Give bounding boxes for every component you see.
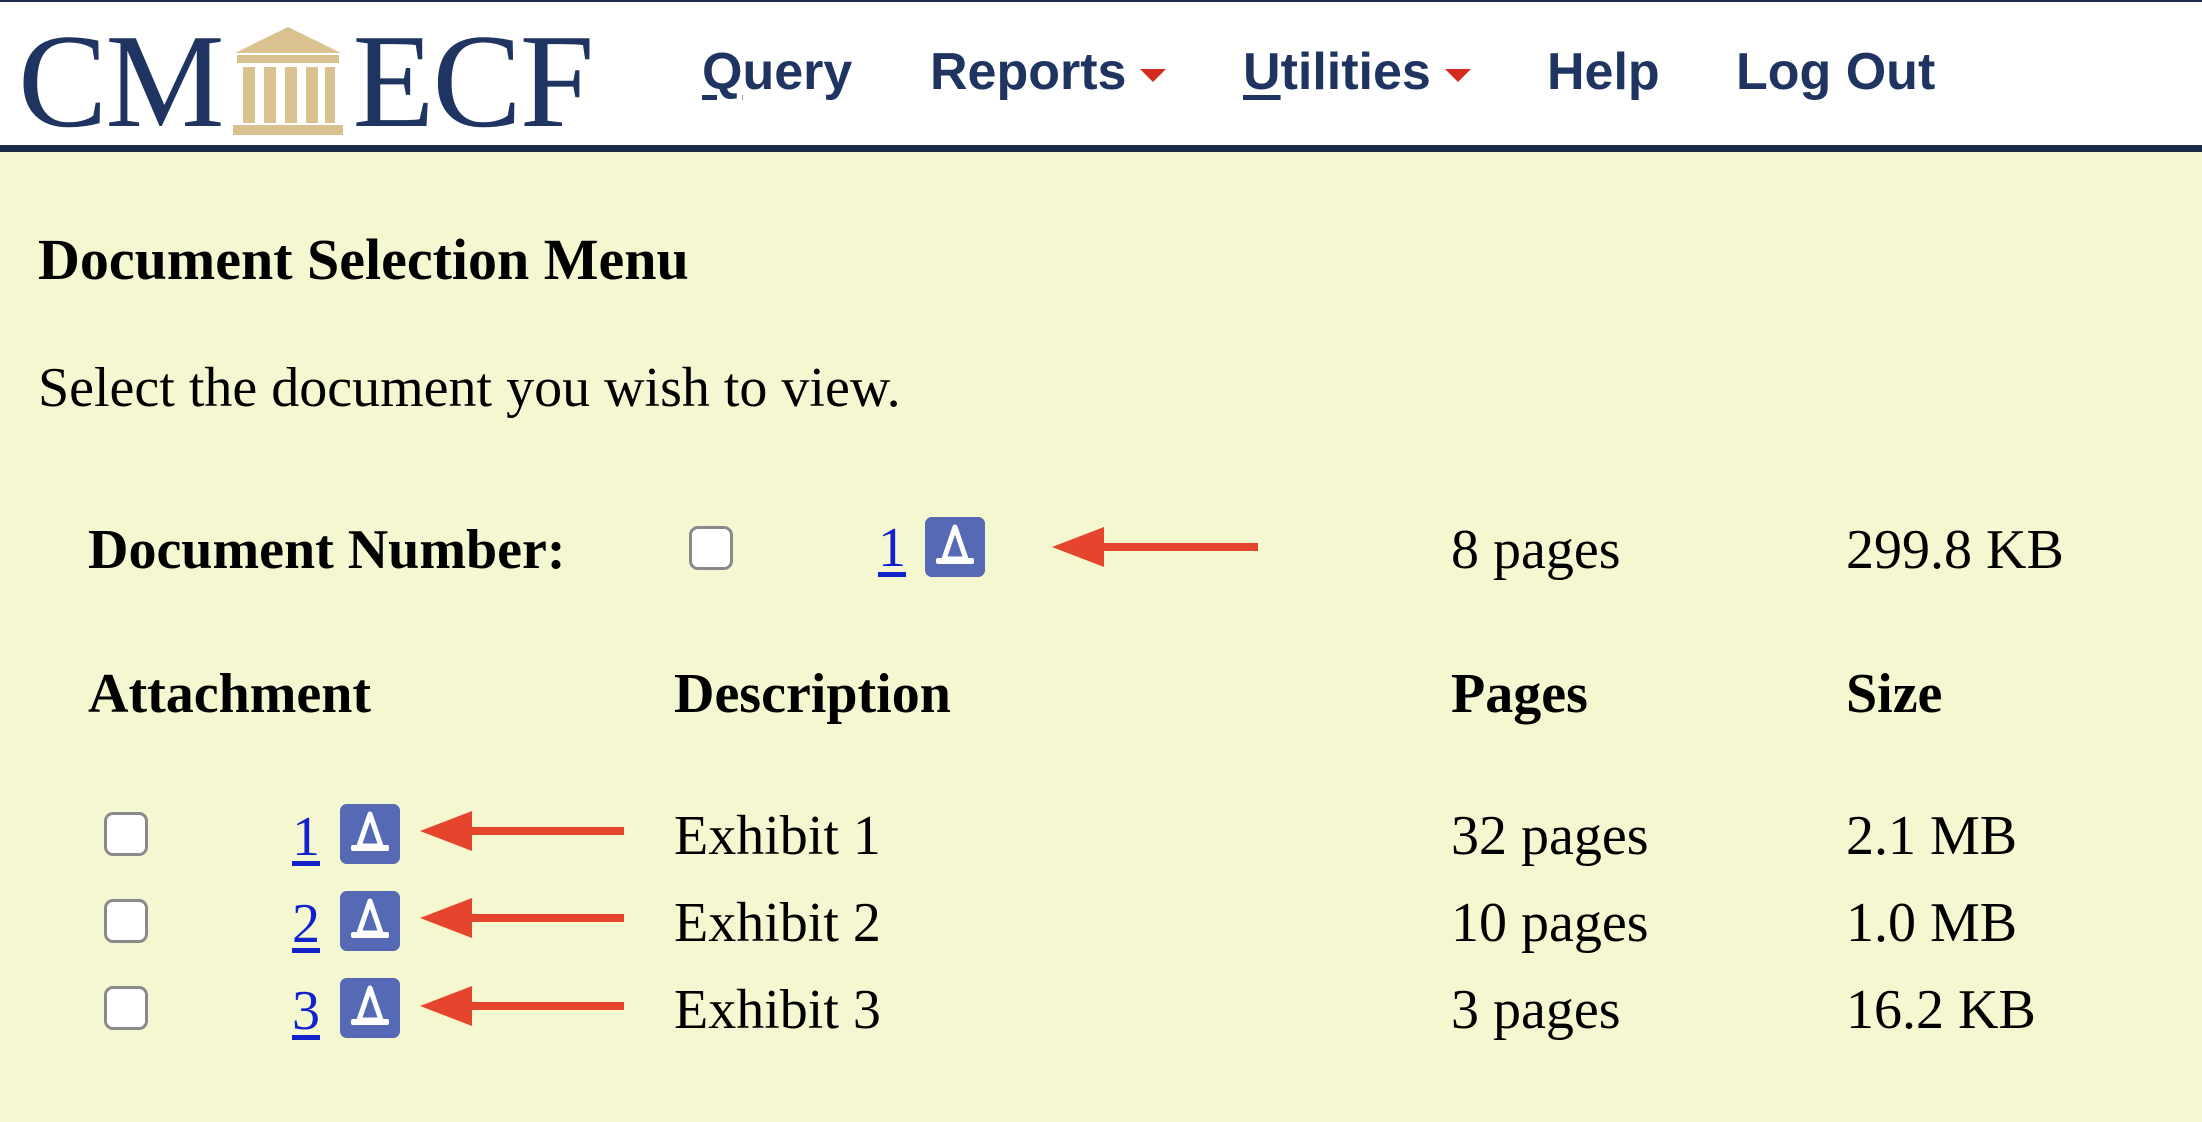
pdf-viewer-icon[interactable]: [925, 517, 985, 577]
reports-caret-icon: [1140, 68, 1167, 82]
document-size: 299.8 KB: [1846, 519, 2064, 581]
attachment-size: 2.1 MB: [1846, 805, 2018, 867]
document-number-label: Document Number:: [88, 519, 566, 581]
header-description: Description: [674, 663, 951, 725]
attachment-checkbox[interactable]: [104, 812, 148, 856]
attachment-description: Exhibit 1: [674, 805, 881, 867]
document-number-link[interactable]: 1: [878, 516, 906, 580]
nav-reports-label: Reports: [930, 43, 1127, 101]
attachment-size: 16.2 KB: [1846, 979, 2036, 1041]
nav-query-accesskey: Q: [702, 43, 743, 101]
pdf-viewer-icon[interactable]: [340, 891, 400, 951]
document-checkbox[interactable]: [689, 526, 733, 570]
attachment-pages: 10 pages: [1451, 892, 1649, 954]
pdf-viewer-icon[interactable]: [340, 804, 400, 864]
cmecf-logo: CM ECF: [18, 7, 595, 155]
document-pages: 8 pages: [1451, 519, 1621, 581]
attachment-checkbox[interactable]: [104, 986, 148, 1030]
courthouse-icon: [232, 27, 343, 135]
attachment-checkbox[interactable]: [104, 899, 148, 943]
header-bar: CM ECF Query Reports Utilities Help Log …: [0, 0, 2202, 152]
attachment-pages: 32 pages: [1451, 805, 1649, 867]
nav-utilities-label: tilities: [1280, 43, 1431, 101]
pdf-viewer-icon[interactable]: [340, 978, 400, 1038]
red-arrow-icon: [1052, 527, 1258, 567]
attachment-size: 1.0 MB: [1846, 892, 2018, 954]
logo-text-left: CM: [18, 7, 225, 155]
attachment-description: Exhibit 2: [674, 892, 881, 954]
red-arrow-icon: [420, 811, 624, 851]
attachment-link[interactable]: 3: [292, 979, 320, 1043]
attachment-description: Exhibit 3: [674, 979, 881, 1041]
red-arrow-icon: [420, 898, 624, 938]
red-arrow-icon: [420, 986, 624, 1026]
header-size: Size: [1846, 663, 1943, 725]
nav-utilities[interactable]: Utilities: [1243, 42, 1471, 102]
nav-logout[interactable]: Log Out: [1736, 42, 1935, 102]
nav-utilities-accesskey: U: [1243, 43, 1281, 101]
nav-query[interactable]: Query: [702, 42, 852, 102]
nav-help[interactable]: Help: [1547, 42, 1660, 102]
nav-reports[interactable]: Reports: [930, 42, 1167, 102]
nav-query-label: uery: [742, 43, 853, 101]
attachment-link[interactable]: 1: [292, 805, 320, 869]
page-subtitle: Select the document you wish to view.: [38, 357, 901, 419]
attachment-pages: 3 pages: [1451, 979, 1621, 1041]
utilities-caret-icon: [1444, 68, 1471, 82]
header-pages: Pages: [1451, 663, 1588, 725]
page-title: Document Selection Menu: [38, 227, 689, 292]
header-attachment: Attachment: [88, 663, 372, 725]
attachment-link[interactable]: 2: [292, 892, 320, 956]
logo-text-right: ECF: [352, 7, 595, 155]
